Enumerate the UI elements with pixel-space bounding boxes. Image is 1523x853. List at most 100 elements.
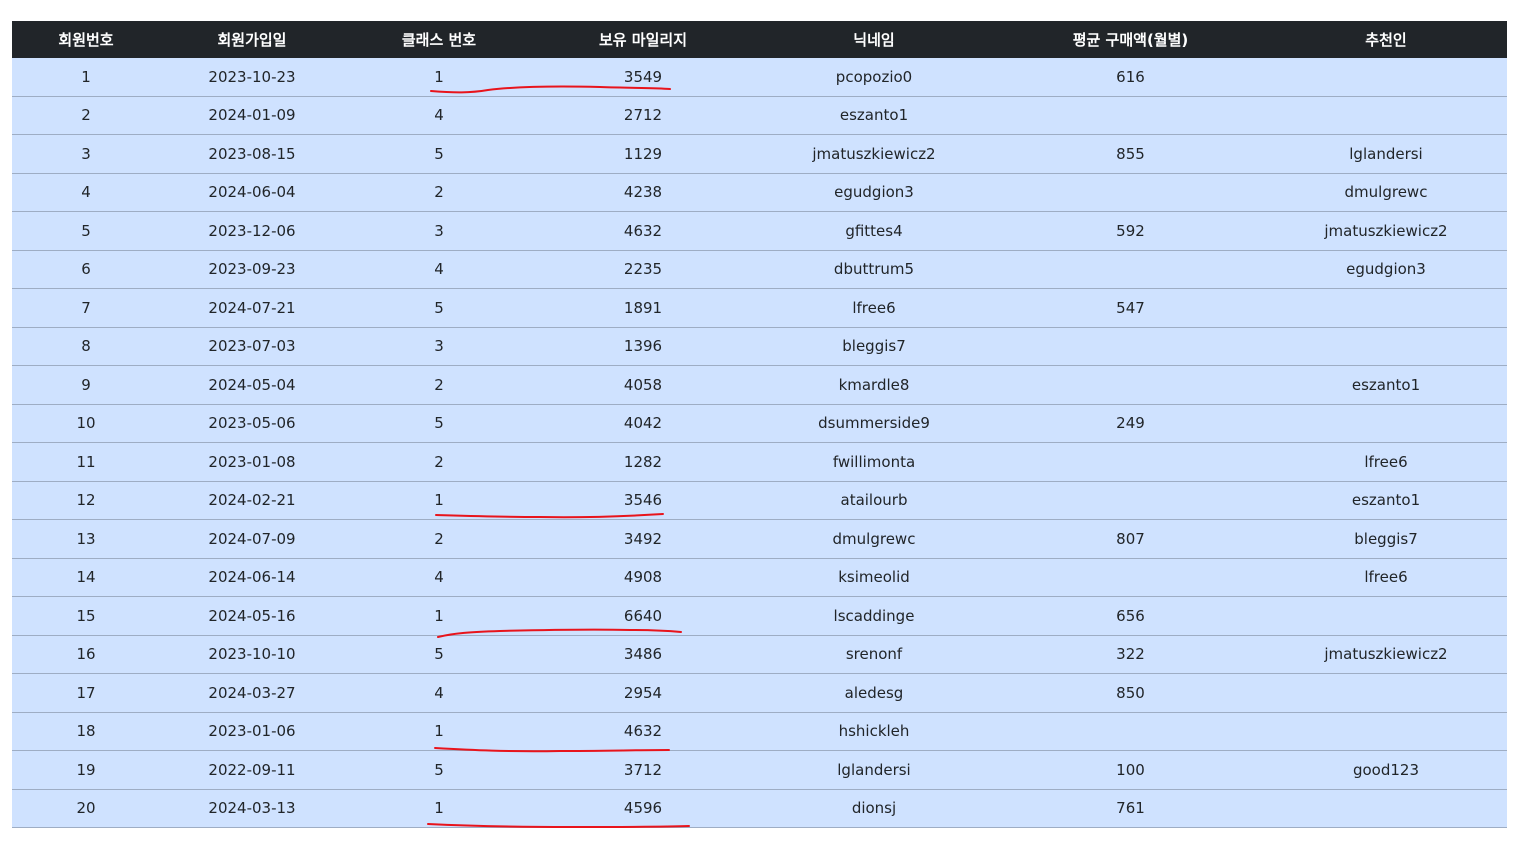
- nickname-cell: dmulgrewc: [752, 519, 996, 559]
- table-row: 10 2023-05-06 5 4042 dsummerside9 249: [12, 404, 1507, 443]
- avg-purchase-cell: [996, 173, 1265, 212]
- mileage-cell: 1891: [534, 288, 752, 328]
- join-date-cell: 2023-05-06: [160, 404, 344, 443]
- mileage-cell: 2712: [534, 96, 752, 135]
- nickname-cell: kmardle8: [752, 365, 996, 405]
- class-number-cell: 5: [344, 134, 534, 174]
- mileage-cell: 4908: [534, 558, 752, 597]
- table-row: 16 2023-10-10 5 3486 srenonf 322 jmatuszkiewic…: [12, 635, 1507, 674]
- avg-purchase-cell: [996, 442, 1265, 482]
- avg-purchase-cell: [996, 96, 1265, 135]
- referrer-cell: jmatuszkiewicz2: [1265, 211, 1507, 251]
- avg-purchase-cell: 807: [996, 519, 1265, 559]
- table-container: 회원번호 회원가입일 클래스 번호 보유 마일리지 닉네임 평균 구매액(월별) 추천인 1…: [12, 21, 1507, 828]
- mileage-cell: 3486: [534, 635, 752, 674]
- join-date-cell: 2023-01-08: [160, 442, 344, 482]
- table-row: 7 2024-07-21 5 1891 lfree6 547: [12, 288, 1507, 328]
- avg-purchase-cell: 592: [996, 211, 1265, 251]
- table-row: 14 2024-06-14 4 4908 ksimeolid lfree6: [12, 558, 1507, 597]
- avg-purchase-cell: 850: [996, 673, 1265, 713]
- class-number-cell: 4: [344, 558, 534, 597]
- nickname-cell: srenonf: [752, 635, 996, 674]
- class-number-cell: 3: [344, 327, 534, 366]
- referrer-cell: eszanto1: [1265, 481, 1507, 520]
- member-id-cell: 14: [12, 558, 160, 597]
- referrer-cell: bleggis7: [1265, 519, 1507, 559]
- avg-purchase-cell: 100: [996, 750, 1265, 790]
- avg-purchase-cell: 855: [996, 134, 1265, 174]
- table-row: 13 2024-07-09 2 3492 dmulgrewc 807 bleggis7: [12, 519, 1507, 559]
- avg-purchase-cell: [996, 481, 1265, 520]
- join-date-cell: 2023-08-15: [160, 134, 344, 174]
- member-table: 회원번호 회원가입일 클래스 번호 보유 마일리지 닉네임 평균 구매액(월별) 추천인 1…: [12, 21, 1507, 828]
- referrer-cell: egudgion3: [1265, 250, 1507, 289]
- avg-purchase-cell: 547: [996, 288, 1265, 328]
- nickname-cell: pcopozio0: [752, 58, 996, 97]
- referrer-cell: jmatuszkiewicz2: [1265, 635, 1507, 674]
- referrer-cell: [1265, 58, 1507, 97]
- referrer-cell: [1265, 596, 1507, 636]
- mileage-cell: 4596: [534, 789, 752, 828]
- join-date-cell: 2024-07-09: [160, 519, 344, 559]
- table-row: 9 2024-05-04 2 4058 kmardle8 eszanto1: [12, 365, 1507, 405]
- join-date-cell: 2023-10-23: [160, 58, 344, 97]
- nickname-cell: dbuttrum5: [752, 250, 996, 289]
- member-id-cell: 16: [12, 635, 160, 674]
- class-number-cell: 2: [344, 173, 534, 212]
- table-row: 15 2024-05-16 1 6640 lscaddinge 656: [12, 596, 1507, 636]
- mileage-cell: 2954: [534, 673, 752, 713]
- member-id-cell: 10: [12, 404, 160, 443]
- referrer-cell: eszanto1: [1265, 365, 1507, 405]
- join-date-cell: 2024-05-04: [160, 365, 344, 405]
- member-id-cell: 13: [12, 519, 160, 559]
- referrer-cell: [1265, 673, 1507, 713]
- join-date-cell: 2023-12-06: [160, 211, 344, 251]
- member-id-cell: 15: [12, 596, 160, 636]
- referrer-cell: lfree6: [1265, 442, 1507, 482]
- table-row: 19 2022-09-11 5 3712 lglandersi 100 good123: [12, 750, 1507, 790]
- class-number-cell: 4: [344, 673, 534, 713]
- class-number-cell: 4: [344, 250, 534, 289]
- table-row: 11 2023-01-08 2 1282 fwillimonta lfree6: [12, 442, 1507, 482]
- nickname-cell: fwillimonta: [752, 442, 996, 482]
- mileage-cell: 3546: [534, 481, 752, 520]
- nickname-cell: hshickleh: [752, 712, 996, 751]
- mileage-cell: 4058: [534, 365, 752, 405]
- class-number-header: 클래스 번호: [344, 21, 534, 58]
- nickname-cell: aledesg: [752, 673, 996, 713]
- join-date-cell: 2024-02-21: [160, 481, 344, 520]
- nickname-cell: lfree6: [752, 288, 996, 328]
- join-date-cell: 2024-03-27: [160, 673, 344, 713]
- mileage-header: 보유 마일리지: [534, 21, 752, 58]
- avg-purchase-cell: 616: [996, 58, 1265, 97]
- avg-purchase-cell: [996, 558, 1265, 597]
- avg-purchase-header: 평균 구매액(월별): [996, 21, 1265, 58]
- nickname-cell: atailourb: [752, 481, 996, 520]
- referrer-cell: good123: [1265, 750, 1507, 790]
- nickname-cell: dionsj: [752, 789, 996, 828]
- mileage-cell: 2235: [534, 250, 752, 289]
- class-number-cell: 5: [344, 750, 534, 790]
- referrer-cell: dmulgrewc: [1265, 173, 1507, 212]
- nickname-cell: bleggis7: [752, 327, 996, 366]
- referrer-cell: [1265, 404, 1507, 443]
- referrer-header: 추천인: [1265, 21, 1507, 58]
- member-id-cell: 19: [12, 750, 160, 790]
- member-id-cell: 11: [12, 442, 160, 482]
- avg-purchase-cell: [996, 250, 1265, 289]
- nickname-cell: lglandersi: [752, 750, 996, 790]
- header-row: 회원번호 회원가입일 클래스 번호 보유 마일리지 닉네임 평균 구매액(월별) 추천인: [12, 21, 1507, 58]
- table-row: 1 2023-10-23 1 3549 pcopozio0 616: [12, 58, 1507, 97]
- join-date-header: 회원가입일: [160, 21, 344, 58]
- class-number-cell: 2: [344, 519, 534, 559]
- referrer-cell: [1265, 712, 1507, 751]
- join-date-cell: 2023-01-06: [160, 712, 344, 751]
- class-number-cell: 2: [344, 365, 534, 405]
- mileage-cell: 3712: [534, 750, 752, 790]
- mileage-cell: 4042: [534, 404, 752, 443]
- join-date-cell: 2023-07-03: [160, 327, 344, 366]
- avg-purchase-cell: [996, 327, 1265, 366]
- member-id-cell: 20: [12, 789, 160, 828]
- class-number-cell: 1: [344, 712, 534, 751]
- class-number-cell: 5: [344, 288, 534, 328]
